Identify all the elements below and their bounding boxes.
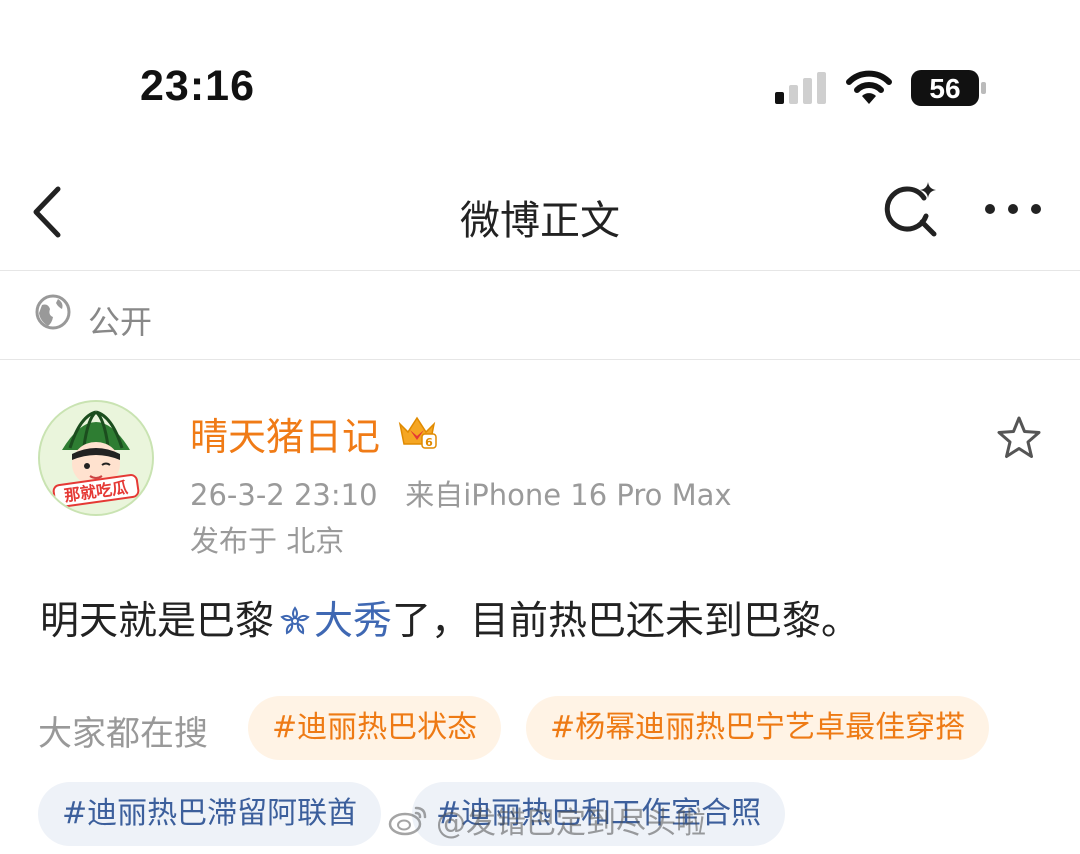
crown-badge-icon: 6: [398, 416, 437, 449]
nav-bar: 微博正文: [0, 150, 1080, 271]
post-text-before: 明天就是巴黎: [40, 599, 275, 644]
post-body: 明天就是巴黎 大秀了，目前热巴还未到巴黎。: [40, 590, 860, 646]
svg-text:6: 6: [425, 436, 433, 449]
trending-chip[interactable]: #迪丽热巴滞留阿联酋: [38, 782, 382, 846]
weibo-logo-icon: [388, 806, 427, 836]
battery-level: 56: [929, 73, 960, 104]
star-icon[interactable]: [995, 414, 1043, 462]
post-timestamp: 26-3-2 23:10: [190, 478, 378, 512]
trending-label: 大家都在搜: [38, 714, 208, 754]
battery-icon: 56: [911, 70, 987, 106]
status-bar: 23:16 56: [0, 0, 1080, 150]
post-meta-time-source: 26-3-2 23:10 来自iPhone 16 Pro Max: [190, 472, 732, 514]
status-time: 23:16: [140, 62, 255, 110]
author-name[interactable]: 晴天猪日记: [190, 406, 380, 461]
topic-link[interactable]: 大秀: [314, 599, 392, 644]
post-location: 发布于 北京: [190, 524, 345, 558]
watermark: @发错巴定到尽头啦: [388, 798, 706, 842]
post-source: 来自iPhone 16 Pro Max: [405, 478, 732, 512]
post-text-after: 了，目前热巴还未到巴黎。: [392, 599, 861, 644]
globe-icon: [35, 294, 71, 330]
privacy-label: 公开: [88, 303, 153, 341]
topic-flower-icon: [280, 606, 310, 635]
watermark-text: @发错巴定到尽头啦: [436, 806, 706, 841]
cellular-signal-icon: [775, 72, 826, 104]
trending-chip[interactable]: #迪丽热巴状态: [248, 696, 502, 760]
avatar[interactable]: 那就吃瓜: [38, 400, 154, 516]
wifi-icon: [846, 70, 892, 104]
search-sparkle-icon[interactable]: [880, 178, 942, 240]
trending-chip[interactable]: #杨幂迪丽热巴宁艺卓最佳穿搭: [526, 696, 990, 760]
privacy-row: 公开: [0, 271, 1080, 360]
more-dots-icon[interactable]: [982, 194, 1044, 224]
